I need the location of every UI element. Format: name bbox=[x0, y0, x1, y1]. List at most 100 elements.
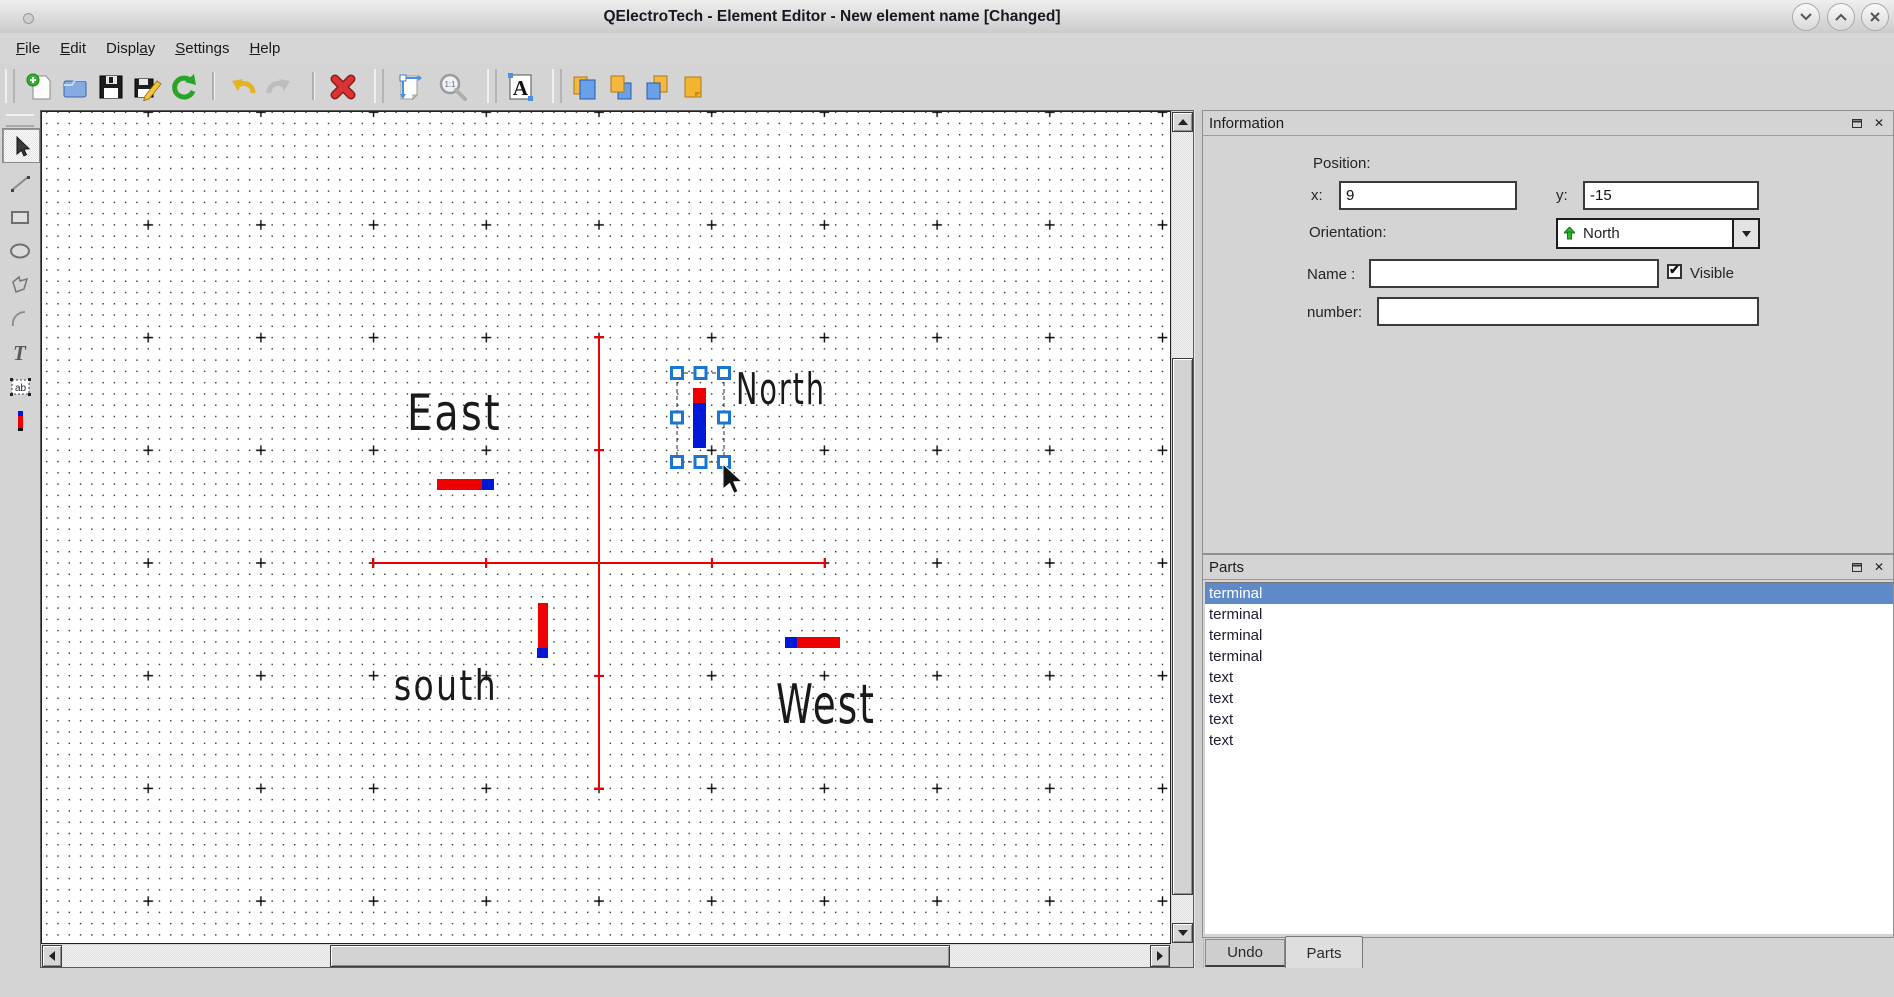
orientation-select[interactable]: North bbox=[1556, 218, 1760, 249]
canvas-label-east[interactable]: East bbox=[407, 384, 502, 442]
vertical-scrollbar[interactable] bbox=[1172, 112, 1193, 943]
visible-checkbox[interactable] bbox=[1667, 264, 1682, 279]
undo-button[interactable] bbox=[226, 70, 260, 104]
menu-item[interactable]: Display bbox=[96, 36, 165, 61]
orientation-value: North bbox=[1583, 225, 1620, 242]
horizontal-scroll-thumb[interactable] bbox=[330, 945, 950, 967]
visible-label: Visible bbox=[1690, 265, 1734, 282]
name-field[interactable] bbox=[1369, 259, 1659, 288]
zoom-1-1-button[interactable]: 1:1 bbox=[436, 70, 470, 104]
terminal-part-north-selected[interactable] bbox=[693, 388, 706, 448]
parts-list-item[interactable]: text bbox=[1205, 667, 1893, 688]
scroll-left-button[interactable] bbox=[42, 945, 62, 967]
tab-parts[interactable]: Parts bbox=[1285, 936, 1363, 970]
toolbar-grip[interactable] bbox=[6, 114, 34, 127]
editing-scene[interactable]: East North south West bbox=[41, 111, 1171, 944]
selection-handle[interactable] bbox=[672, 412, 683, 423]
text-field-icon: ab bbox=[8, 375, 32, 399]
close-button[interactable] bbox=[1861, 3, 1889, 31]
scroll-right-button[interactable] bbox=[1150, 945, 1170, 967]
raise-button[interactable] bbox=[604, 70, 638, 104]
terminal-part-east[interactable] bbox=[437, 479, 494, 490]
toolbar-separator bbox=[212, 72, 215, 100]
parts-dock-titlebar[interactable]: Parts ✕ bbox=[1203, 555, 1893, 580]
canvas-label-north[interactable]: North bbox=[736, 364, 826, 415]
ellipse-tool-button[interactable] bbox=[2, 234, 38, 267]
undo-icon bbox=[228, 72, 258, 102]
selection-handle[interactable] bbox=[672, 368, 683, 379]
minimize-button[interactable] bbox=[1792, 3, 1820, 31]
toolbar-grip[interactable] bbox=[5, 69, 15, 103]
parts-dock: Parts ✕ terminalterminalterminalterminal… bbox=[1202, 554, 1894, 938]
save-button[interactable] bbox=[94, 70, 128, 104]
delete-button[interactable] bbox=[326, 70, 360, 104]
arrow-down-icon bbox=[1178, 930, 1188, 936]
selection-handle[interactable] bbox=[695, 368, 706, 379]
information-dock-titlebar[interactable]: Information ✕ bbox=[1203, 111, 1893, 136]
float-dock-icon[interactable] bbox=[1849, 559, 1865, 575]
selection-handle[interactable] bbox=[672, 457, 683, 468]
text-field-tool-button[interactable]: ab bbox=[2, 370, 38, 403]
lower-button[interactable] bbox=[640, 70, 674, 104]
parts-list-item[interactable]: terminal bbox=[1205, 583, 1893, 604]
chevron-up-icon bbox=[1835, 13, 1847, 21]
main-toolbar: 1:1 A bbox=[0, 63, 1894, 111]
send-to-back-button[interactable] bbox=[676, 70, 710, 104]
reload-button[interactable] bbox=[166, 70, 200, 104]
text-style-button[interactable]: A bbox=[503, 70, 537, 104]
terminal-tool-button[interactable] bbox=[2, 404, 38, 437]
toolbar-grip[interactable] bbox=[552, 69, 562, 103]
polygon-tool-button[interactable] bbox=[2, 268, 38, 301]
terminal-part-south[interactable] bbox=[537, 603, 548, 658]
save-as-button[interactable] bbox=[130, 70, 164, 104]
new-element-button[interactable] bbox=[22, 70, 56, 104]
selection-handle[interactable] bbox=[719, 368, 730, 379]
parts-list-item[interactable]: terminal bbox=[1205, 646, 1893, 667]
select-tool-button[interactable] bbox=[2, 128, 40, 163]
y-position-field[interactable] bbox=[1583, 181, 1759, 210]
parts-list-item[interactable]: text bbox=[1205, 709, 1893, 730]
close-dock-icon[interactable]: ✕ bbox=[1871, 115, 1887, 131]
selection-handle[interactable] bbox=[695, 457, 706, 468]
bring-to-front-button[interactable] bbox=[568, 70, 602, 104]
horizontal-scrollbar[interactable] bbox=[42, 945, 1170, 967]
scroll-up-button[interactable] bbox=[1172, 112, 1193, 132]
number-label: number: bbox=[1307, 304, 1362, 321]
parts-list-item[interactable]: text bbox=[1205, 688, 1893, 709]
line-tool-button[interactable] bbox=[2, 166, 38, 199]
maximize-button[interactable] bbox=[1827, 3, 1855, 31]
parts-list-item[interactable]: text bbox=[1205, 730, 1893, 751]
svg-text:A: A bbox=[513, 76, 529, 100]
rectangle-tool-button[interactable] bbox=[2, 200, 38, 233]
float-dock-icon[interactable] bbox=[1849, 115, 1865, 131]
adjust-size-button[interactable] bbox=[392, 70, 426, 104]
parts-list-item[interactable]: terminal bbox=[1205, 625, 1893, 646]
tab-undo[interactable]: Undo bbox=[1205, 939, 1285, 967]
text-tool-button[interactable]: T bbox=[2, 336, 38, 369]
menu-item[interactable]: File bbox=[6, 36, 50, 61]
status-strip bbox=[0, 968, 1894, 997]
x-position-field[interactable] bbox=[1339, 181, 1517, 210]
number-field[interactable] bbox=[1377, 297, 1759, 326]
adjust-size-icon bbox=[394, 72, 424, 102]
toolbar-grip[interactable] bbox=[374, 69, 384, 103]
canvas-label-south[interactable]: south bbox=[394, 661, 498, 710]
menu-item[interactable]: Edit bbox=[50, 36, 96, 61]
open-button[interactable] bbox=[58, 70, 92, 104]
scroll-down-button[interactable] bbox=[1172, 923, 1193, 943]
ellipse-icon bbox=[8, 239, 32, 263]
arc-tool-button[interactable] bbox=[2, 302, 38, 335]
terminal-icon bbox=[8, 409, 32, 433]
arrow-up-icon bbox=[1178, 119, 1188, 125]
vertical-scroll-thumb[interactable] bbox=[1172, 358, 1193, 895]
combo-drop-button[interactable] bbox=[1732, 220, 1758, 247]
close-dock-icon[interactable]: ✕ bbox=[1871, 559, 1887, 575]
redo-button[interactable] bbox=[262, 70, 296, 104]
toolbar-grip[interactable] bbox=[487, 69, 497, 103]
parts-list-item[interactable]: terminal bbox=[1205, 604, 1893, 625]
menu-item[interactable]: Settings bbox=[165, 36, 239, 61]
terminal-part-west[interactable] bbox=[785, 637, 840, 648]
menu-item[interactable]: Help bbox=[239, 36, 290, 61]
canvas-label-west[interactable]: West bbox=[776, 673, 876, 736]
selection-handle[interactable] bbox=[719, 412, 730, 423]
